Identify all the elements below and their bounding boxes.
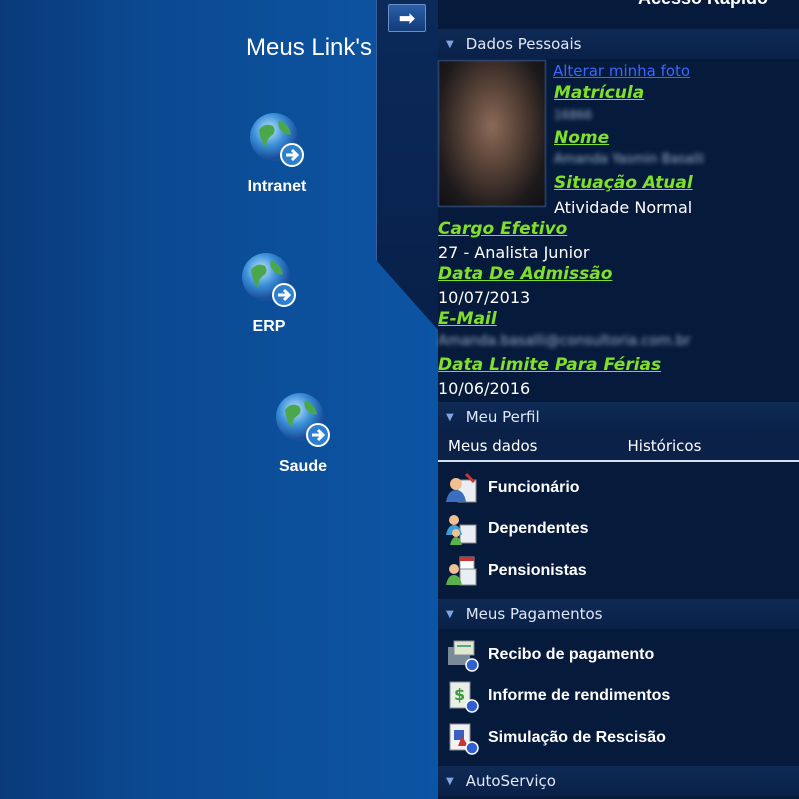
link-label: Intranet	[247, 178, 307, 195]
situacao-label: Situação Atual	[554, 173, 693, 193]
menu-item-pensionistas[interactable]: Pensionistas	[444, 553, 587, 589]
triangle-down-icon: ▼	[446, 775, 454, 787]
link-erp[interactable]: ERP	[214, 250, 324, 336]
panel-title: Acesso Rápido	[638, 0, 768, 9]
section-header-autoservico[interactable]: ▼ AutoServiço	[438, 766, 799, 796]
ferias-label: Data Limite Para Férias	[438, 355, 662, 375]
section-title: Meu Perfil	[465, 408, 540, 426]
section-title: Dados Pessoais	[465, 35, 582, 53]
globe-link-icon	[273, 390, 333, 450]
menu-item-funcionario[interactable]: Funcionário	[444, 470, 580, 506]
section-header-meus-pagamentos[interactable]: ▼ Meus Pagamentos	[438, 599, 799, 629]
triangle-down-icon: ▼	[446, 411, 454, 423]
nome-value: Amanda Yasmin Basalli	[554, 152, 705, 167]
cargo-value: 27 - Analista Junior	[438, 243, 590, 262]
menu-item-label: Funcionário	[488, 479, 580, 496]
arrow-right-icon: ➡	[398, 6, 416, 30]
section-header-dados-pessoais[interactable]: ▼ Dados Pessoais	[438, 29, 799, 59]
link-saude[interactable]: Saude	[248, 390, 358, 476]
globe-link-icon	[239, 250, 299, 310]
situacao-value: Atividade Normal	[554, 198, 693, 217]
dependents-icon	[446, 515, 477, 545]
admissao-label: Data De Admissão	[438, 264, 613, 284]
matricula-label: Matrícula	[554, 83, 645, 103]
profile-photo	[438, 60, 546, 207]
menu-item-recibo[interactable]: Recibo de pagamento	[444, 637, 654, 673]
matricula-value: 16866	[554, 108, 593, 122]
globe-link-icon	[247, 110, 307, 170]
menu-item-label: Dependentes	[488, 520, 589, 537]
cargo-label: Cargo Efetivo	[438, 219, 568, 239]
pensioners-icon	[446, 556, 477, 586]
section-title: AutoServiço	[465, 772, 556, 790]
nome-label: Nome	[554, 128, 610, 148]
link-intranet[interactable]: Intranet	[222, 110, 332, 196]
menu-item-label: Recibo de pagamento	[488, 646, 655, 663]
menu-item-simulacao[interactable]: Simulação de Rescisão	[444, 720, 666, 756]
quick-access-panel: Acesso Rápido ▼ Dados Pessoais Alterar m…	[438, 0, 799, 799]
email-value: Amanda.basalli@consultoria.com.br	[438, 333, 691, 349]
employee-icon	[446, 472, 477, 503]
ferias-value: 10/06/2016	[438, 379, 531, 398]
tab-meus-dados[interactable]: Meus dados	[438, 437, 548, 455]
profile-tabs: Meus dados Históricos	[438, 432, 799, 462]
income-report-icon: $	[449, 681, 479, 713]
svg-text:$: $	[454, 685, 465, 704]
link-label: Saude	[278, 458, 327, 475]
change-photo-link[interactable]: Alterar minha foto	[553, 62, 690, 80]
menu-item-label: Simulação de Rescisão	[488, 729, 666, 746]
tab-historicos[interactable]: Históricos	[618, 437, 712, 455]
section-title: Meus Pagamentos	[465, 605, 603, 623]
links-title: Meus Link's	[246, 34, 372, 61]
panel-notch	[376, 0, 438, 330]
section-header-meu-perfil[interactable]: ▼ Meu Perfil	[438, 402, 799, 432]
admissao-value: 10/07/2013	[438, 288, 531, 307]
email-label: E-Mail	[438, 309, 497, 329]
payslip-icon	[448, 640, 479, 672]
menu-item-label: Informe de rendimentos	[488, 687, 671, 704]
link-label: ERP	[252, 318, 286, 335]
menu-item-dependentes[interactable]: Dependentes	[444, 511, 588, 547]
menu-item-informe[interactable]: $ Informe de rendimentos	[444, 678, 670, 714]
termination-simulation-icon	[449, 723, 479, 755]
triangle-down-icon: ▼	[446, 38, 454, 50]
panel-toggle-button[interactable]: ➡	[388, 4, 426, 32]
triangle-down-icon: ▼	[446, 608, 454, 620]
menu-item-label: Pensionistas	[488, 562, 587, 579]
